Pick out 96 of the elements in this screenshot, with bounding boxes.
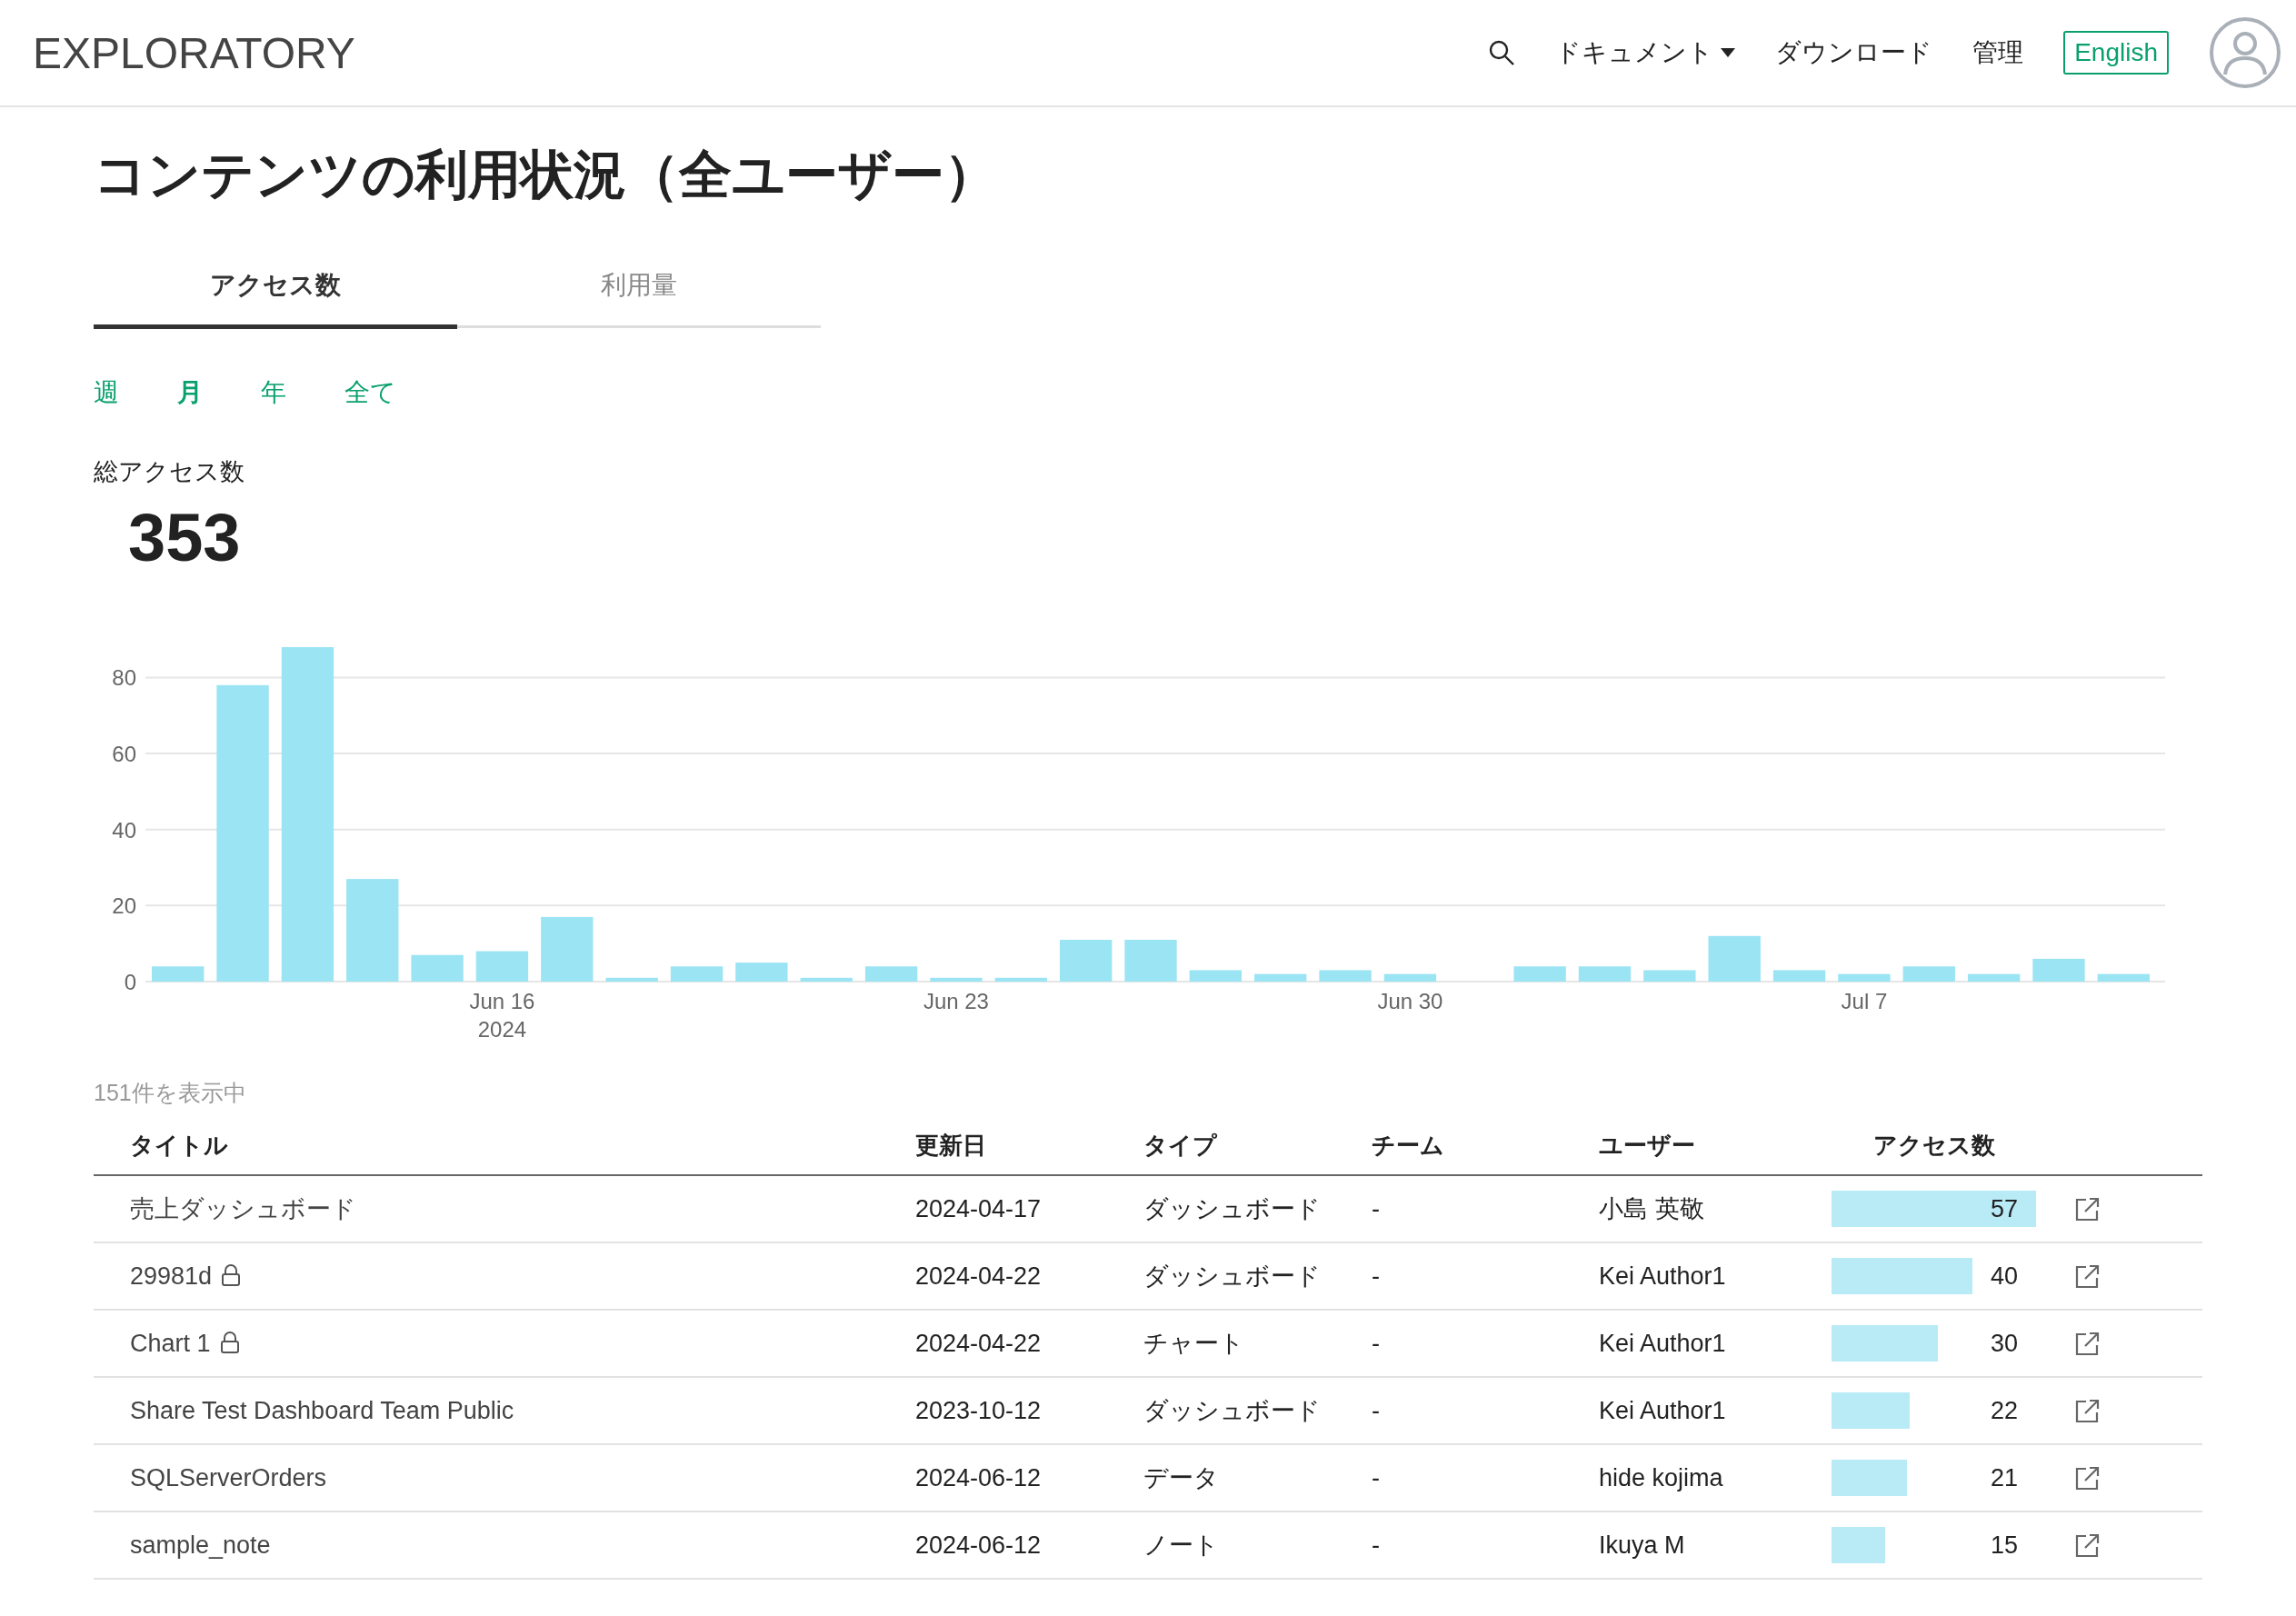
total-value: 353 bbox=[128, 499, 242, 576]
column-header[interactable]: アクセス数 bbox=[1832, 1115, 2036, 1175]
bar bbox=[1643, 970, 1696, 982]
table-cell: hide kojima bbox=[1599, 1463, 1723, 1491]
page-title: コンテンツの利用状況（全ユーザー） bbox=[94, 144, 998, 205]
access-count: 22 bbox=[1990, 1396, 2018, 1425]
table-cell: 2024-06-12 bbox=[915, 1531, 1042, 1559]
table-cell: - bbox=[1372, 1329, 1380, 1357]
total-label: 総アクセス数 bbox=[94, 457, 245, 487]
access-count: 57 bbox=[1990, 1194, 2018, 1223]
access-count: 40 bbox=[1990, 1262, 2018, 1291]
bar bbox=[1124, 940, 1177, 982]
bar bbox=[1059, 940, 1113, 982]
access-count: 30 bbox=[1990, 1329, 2018, 1358]
y-tick-label: 40 bbox=[112, 817, 136, 843]
bar bbox=[1967, 973, 2021, 982]
column-header[interactable]: タイトル bbox=[94, 1115, 915, 1175]
bar bbox=[1708, 935, 1761, 982]
bar bbox=[2032, 958, 2085, 982]
table-cell: Kei Author1 bbox=[1599, 1396, 1726, 1424]
bar bbox=[735, 963, 788, 982]
column-header[interactable]: ユーザー bbox=[1599, 1115, 1832, 1175]
access-count: 21 bbox=[1990, 1463, 2018, 1492]
table-cell: 2024-04-17 bbox=[915, 1194, 1042, 1222]
y-tick-label: 80 bbox=[112, 665, 136, 691]
table-cell: 2023-10-12 bbox=[915, 1396, 1042, 1424]
table-cell: ダッシュボード bbox=[1143, 1397, 1321, 1424]
column-header[interactable]: チーム bbox=[1372, 1115, 1599, 1175]
table-cell: 小島 英敬 bbox=[1599, 1195, 1704, 1222]
content-title[interactable]: sample_note bbox=[130, 1531, 271, 1559]
column-header[interactable]: 更新日 bbox=[915, 1115, 1143, 1175]
caret-icon bbox=[1721, 48, 1736, 57]
table-cell: - bbox=[1372, 1396, 1380, 1424]
search-icon[interactable] bbox=[1488, 39, 1516, 66]
y-tick-label: 0 bbox=[124, 970, 136, 994]
x-tick-label: Jun 23 bbox=[923, 989, 989, 1013]
x-tick-label: Jun 30 bbox=[1377, 989, 1443, 1013]
external-link-icon[interactable] bbox=[2073, 1262, 2101, 1291]
table-cell: 2024-06-12 bbox=[915, 1463, 1042, 1491]
bar bbox=[1578, 966, 1632, 982]
bar bbox=[541, 916, 594, 982]
table-cell: - bbox=[1372, 1463, 1380, 1491]
content-title[interactable]: Share Test Dashboard Team Public bbox=[130, 1396, 514, 1424]
bar bbox=[670, 966, 724, 982]
external-link-icon[interactable] bbox=[2073, 1330, 2101, 1358]
y-tick-label: 60 bbox=[112, 742, 136, 767]
table-cell: ダッシュボード bbox=[1143, 1195, 1321, 1222]
table-cell: ノート bbox=[1143, 1531, 1219, 1559]
content-title[interactable]: 29981d bbox=[130, 1262, 213, 1290]
table-cell: Kei Author1 bbox=[1599, 1329, 1726, 1357]
bar bbox=[930, 977, 983, 982]
bar bbox=[864, 966, 918, 982]
table-cell: - bbox=[1372, 1531, 1380, 1559]
bar bbox=[800, 977, 853, 982]
x-tick-label: Jul 7 bbox=[1841, 989, 1888, 1013]
bar bbox=[1319, 970, 1372, 982]
table-cell: 2024-04-22 bbox=[915, 1329, 1042, 1357]
result-count: 151件を表示中 bbox=[94, 1079, 247, 1107]
bar bbox=[1383, 973, 1437, 982]
content-title[interactable]: Chart 1 bbox=[130, 1329, 211, 1357]
bar bbox=[1513, 966, 1566, 982]
content-title[interactable]: SQLServerOrders bbox=[130, 1463, 327, 1491]
x-tick-label: Jun 16 2024 bbox=[469, 989, 535, 1042]
bar bbox=[1902, 966, 1955, 982]
table-cell: Ikuya M bbox=[1599, 1531, 1685, 1559]
tab[interactable]: 利用量 bbox=[457, 263, 821, 328]
external-link-icon[interactable] bbox=[2073, 1195, 2101, 1223]
logo[interactable]: EXPLORATORY bbox=[33, 27, 355, 78]
table-cell: チャート bbox=[1143, 1330, 1244, 1357]
table-cell: 2024-04-22 bbox=[915, 1262, 1042, 1290]
external-link-icon[interactable] bbox=[2073, 1531, 2101, 1560]
bar bbox=[1189, 970, 1243, 982]
content-title[interactable]: 売上ダッシュボード bbox=[130, 1195, 356, 1222]
bar bbox=[152, 966, 205, 982]
bar bbox=[2097, 973, 2150, 982]
table-cell: データ bbox=[1143, 1464, 1219, 1491]
table-cell: - bbox=[1372, 1194, 1380, 1222]
table-cell: - bbox=[1372, 1262, 1380, 1290]
y-tick-label: 20 bbox=[112, 893, 136, 919]
table-cell: ダッシュボード bbox=[1143, 1262, 1321, 1290]
nav-link[interactable]: 管理 bbox=[1972, 35, 2024, 70]
table-cell: Kei Author1 bbox=[1599, 1262, 1726, 1290]
tab[interactable]: アクセス数 bbox=[94, 263, 457, 329]
column-header[interactable]: タイプ bbox=[1143, 1115, 1372, 1175]
documents-menu[interactable]: ドキュメント bbox=[1555, 35, 1736, 70]
nav-link[interactable]: ダウンロード bbox=[1775, 35, 1933, 70]
bar bbox=[411, 954, 464, 982]
access-count: 15 bbox=[1990, 1531, 2018, 1560]
bar bbox=[475, 951, 529, 982]
external-link-icon[interactable] bbox=[2073, 1397, 2101, 1425]
bar bbox=[1772, 970, 1826, 982]
bar bbox=[1254, 973, 1307, 982]
bar bbox=[605, 977, 658, 982]
bar bbox=[1838, 973, 1891, 982]
bar bbox=[994, 977, 1047, 982]
external-link-icon[interactable] bbox=[2073, 1464, 2101, 1492]
